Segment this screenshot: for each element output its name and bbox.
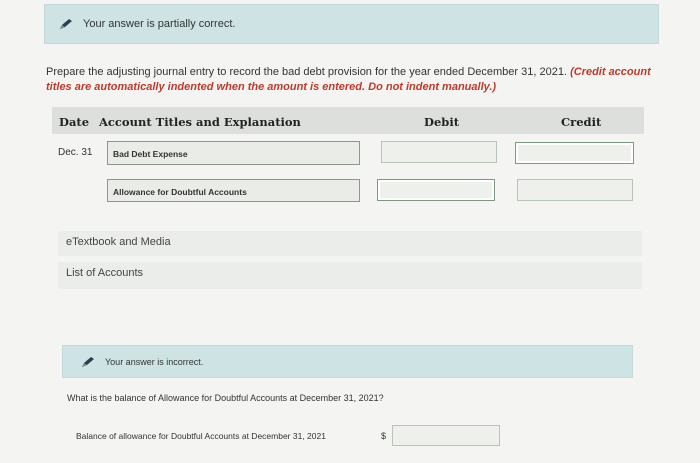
pencil-icon: [82, 356, 94, 367]
question-prompt: Prepare the adjusting journal entry to r…: [46, 65, 656, 95]
header-date: Date: [59, 115, 90, 129]
status-banner-partially-correct: Your answer is partially correct.: [44, 4, 659, 44]
row-1-debit-input[interactable]: [381, 141, 497, 163]
balance-label: Balance of allowance for Doubtful Accoun…: [76, 431, 326, 441]
status-banner-incorrect: Your answer is incorrect.: [62, 345, 633, 378]
status-text-incorrect: Your answer is incorrect.: [105, 356, 204, 367]
row-2-credit-input[interactable]: [517, 179, 633, 201]
journal-table-header: Date Account Titles and Explanation Debi…: [52, 107, 644, 134]
list-of-accounts-link[interactable]: List of Accounts: [58, 262, 642, 289]
row-1-date: Dec. 31: [58, 147, 93, 158]
row-2-account-input[interactable]: Allowance for Doubtful Accounts: [107, 179, 360, 202]
status-text: Your answer is partially correct.: [83, 18, 236, 30]
row-1-account-input[interactable]: Bad Debt Expense: [107, 141, 360, 165]
pencil-icon: [60, 19, 72, 29]
header-debit: Debit: [424, 115, 460, 129]
balance-question: What is the balance of Allowance for Dou…: [67, 393, 384, 403]
prompt-main: Prepare the adjusting journal entry to r…: [46, 66, 567, 78]
currency-symbol: $: [381, 431, 387, 441]
header-account: Account Titles and Explanation: [99, 115, 301, 129]
row-2-debit-input[interactable]: [377, 179, 495, 201]
etextbook-link[interactable]: eTextbook and Media: [58, 231, 642, 256]
balance-input[interactable]: [392, 425, 500, 446]
header-credit: Credit: [561, 115, 602, 129]
row-1-credit-input[interactable]: [515, 142, 634, 164]
